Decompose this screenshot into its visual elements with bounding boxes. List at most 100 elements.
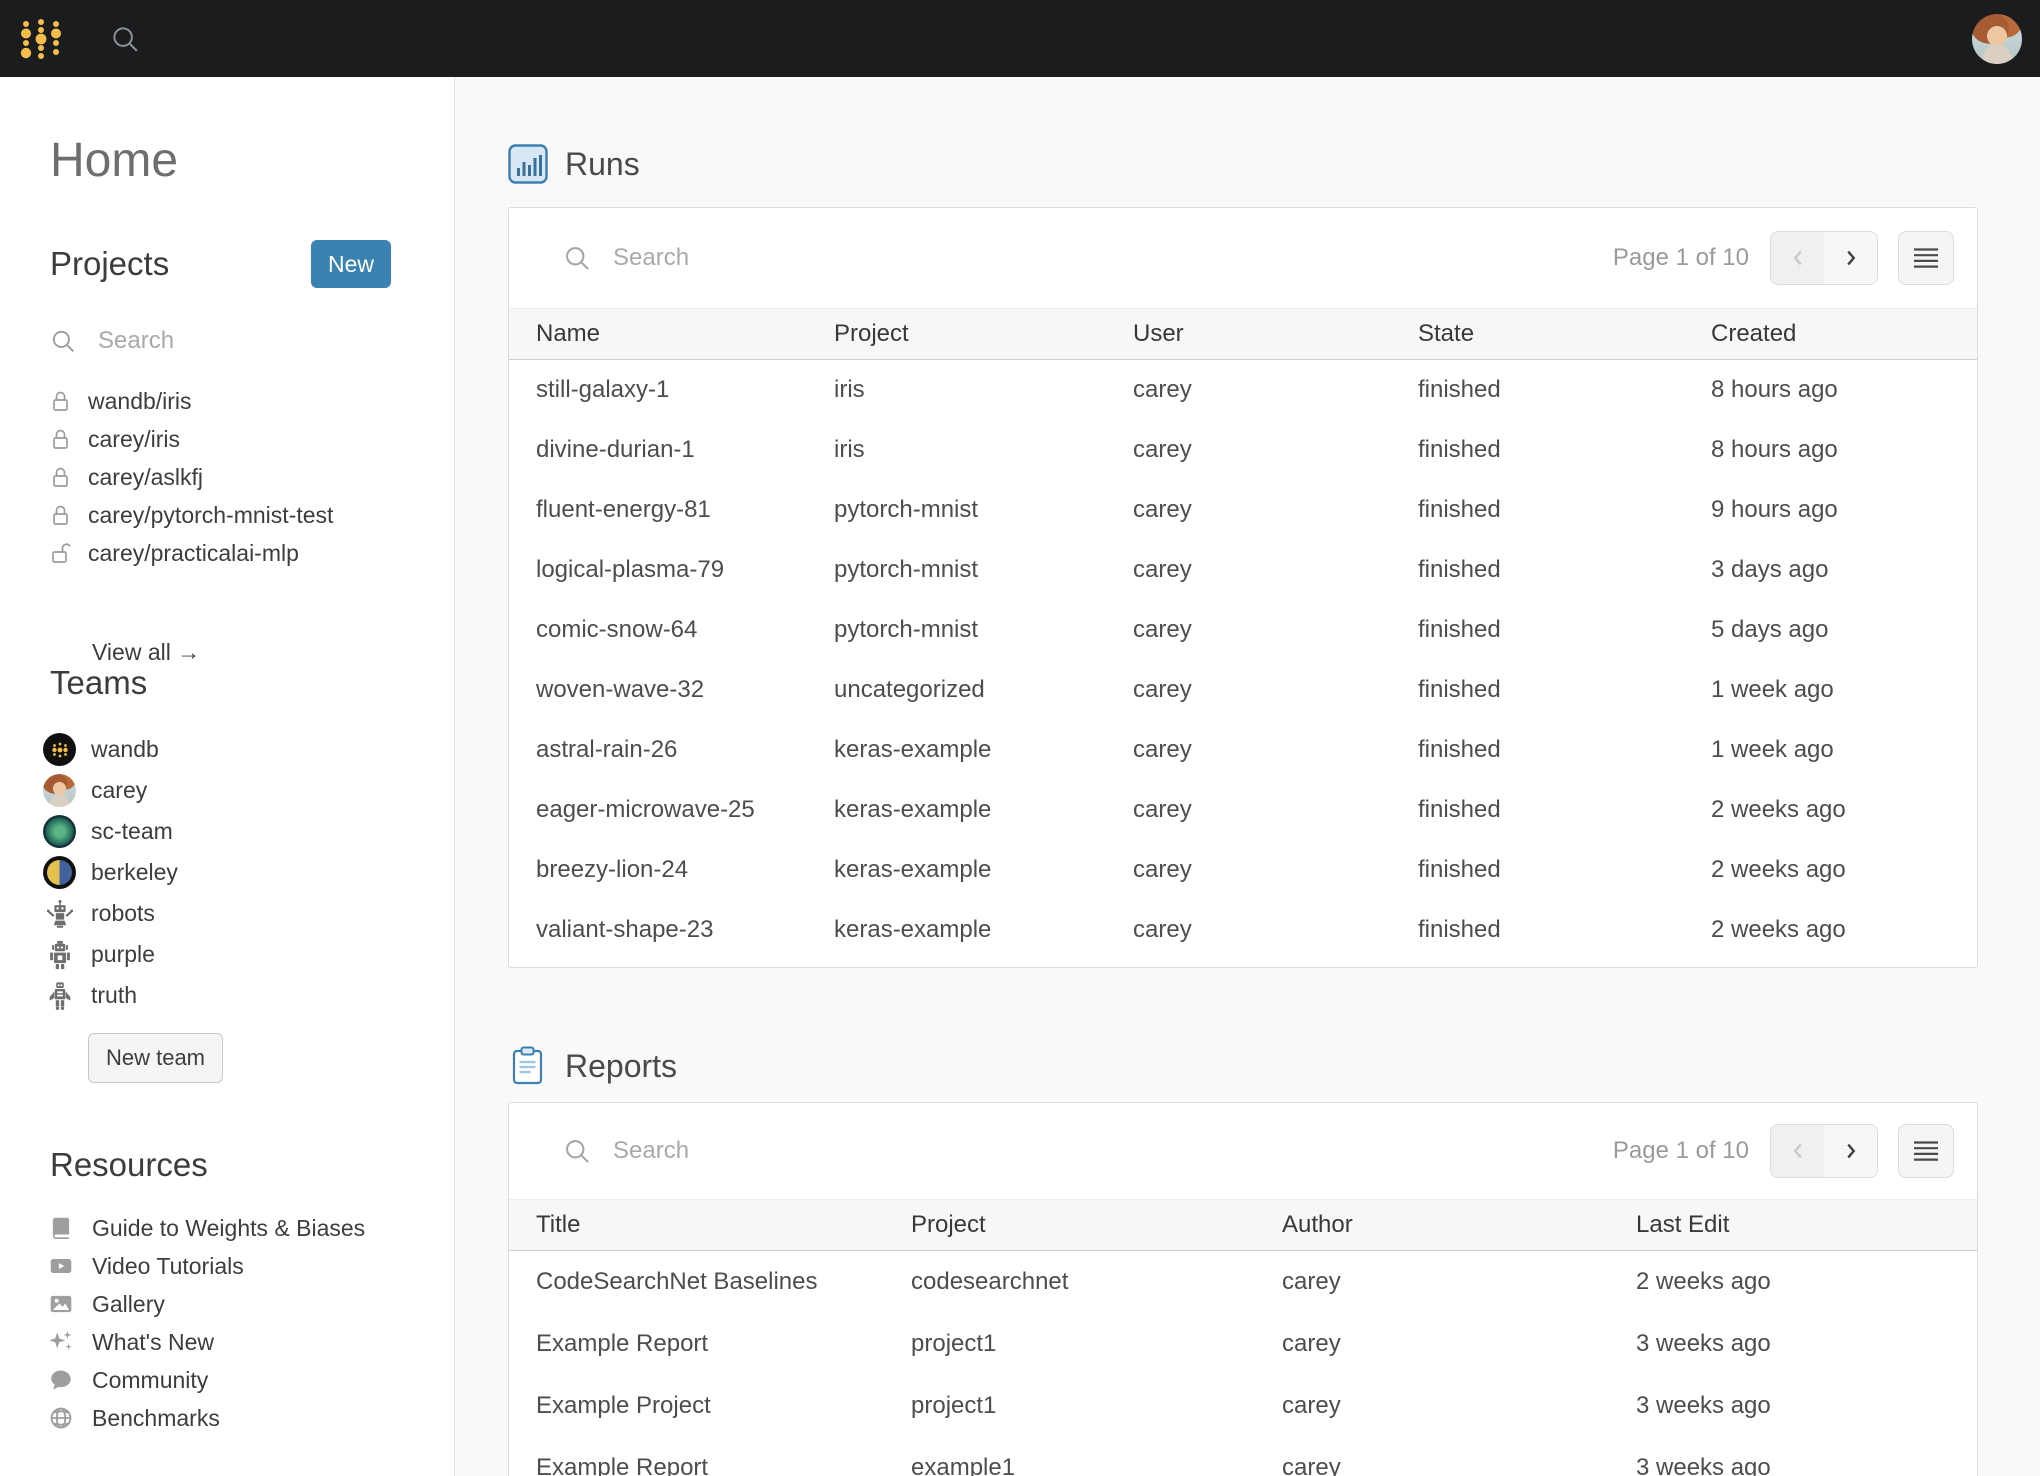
lock-open-icon [50, 541, 71, 565]
berkeley-team-avatar [43, 856, 76, 889]
table-options-button[interactable] [1898, 231, 1954, 285]
column-header: Name [536, 320, 834, 348]
table-row[interactable]: Example Project project1 carey 3 weeks a… [509, 1375, 1977, 1437]
sidebar-item-whats-new[interactable]: What's New [48, 1323, 454, 1361]
project-list: wandb/iris carey/iris carey/aslkfj carey… [50, 382, 454, 572]
sidebar-item-team[interactable]: berkeley [43, 852, 454, 893]
user-avatar[interactable] [1972, 14, 2022, 64]
sc-team-avatar [43, 815, 76, 848]
run-name-link[interactable]: comic-snow-64 [536, 616, 834, 644]
resource-label: What's New [92, 1329, 214, 1356]
view-all-projects-link[interactable]: View all → [92, 637, 200, 667]
run-name-link[interactable]: valiant-shape-23 [536, 916, 834, 944]
run-created: 2 weeks ago [1711, 796, 1977, 824]
run-name-link[interactable]: fluent-energy-81 [536, 496, 834, 524]
sidebar-item-project[interactable]: carey/iris [50, 420, 454, 458]
report-last-edit: 3 weeks ago [1636, 1454, 1977, 1476]
table-row[interactable]: divine-durian-1 iris carey finished 8 ho… [509, 420, 1977, 480]
new-project-button[interactable]: New [311, 240, 391, 288]
chevron-left-icon [1787, 1140, 1809, 1162]
table-row[interactable]: CodeSearchNet Baselines codesearchnet ca… [509, 1251, 1977, 1313]
run-name-link[interactable]: divine-durian-1 [536, 436, 834, 464]
wandb-logo-icon[interactable] [18, 17, 64, 61]
reports-pagination-label: Page 1 of 10 [1613, 1137, 1749, 1165]
sidebar-item-team[interactable]: purple [43, 934, 454, 975]
column-header: Project [911, 1211, 1282, 1239]
sidebar-item-community[interactable]: Community [48, 1361, 454, 1399]
sidebar-item-project[interactable]: carey/aslkfj [50, 458, 454, 496]
projects-heading: Projects [50, 245, 169, 283]
prev-page-button[interactable] [1771, 1125, 1824, 1177]
sidebar-item-team[interactable]: robots [43, 893, 454, 934]
resource-label: Community [92, 1367, 208, 1394]
report-title-link[interactable]: Example Report [536, 1330, 911, 1358]
table-row[interactable]: breezy-lion-24 keras-example carey finis… [509, 840, 1977, 900]
runs-title: Runs [565, 146, 640, 183]
run-name-link[interactable]: eager-microwave-25 [536, 796, 834, 824]
runs-toolbar: Page 1 of 10 [509, 208, 1977, 308]
run-user: carey [1133, 796, 1418, 824]
table-options-button[interactable] [1898, 1124, 1954, 1178]
sidebar-item-team[interactable]: truth [43, 975, 454, 1016]
runs-search-input[interactable] [613, 244, 1173, 272]
run-state: finished [1418, 376, 1711, 404]
run-name-link[interactable]: logical-plasma-79 [536, 556, 834, 584]
next-page-button[interactable] [1824, 232, 1877, 284]
sidebar-item-video-tutorials[interactable]: Video Tutorials [48, 1247, 454, 1285]
column-header: User [1133, 320, 1418, 348]
next-page-button[interactable] [1824, 1125, 1877, 1177]
table-row[interactable]: logical-plasma-79 pytorch-mnist carey fi… [509, 540, 1977, 600]
chevron-right-icon [1840, 247, 1862, 269]
run-name-link[interactable]: astral-rain-26 [536, 736, 834, 764]
sidebar-item-project[interactable]: wandb/iris [50, 382, 454, 420]
report-title-link[interactable]: CodeSearchNet Baselines [536, 1268, 911, 1296]
project-name: carey/practicalai-mlp [88, 540, 299, 567]
sidebar-item-team[interactable]: sc-team [43, 811, 454, 852]
run-name-link[interactable]: woven-wave-32 [536, 676, 834, 704]
column-header: Created [1711, 320, 1977, 348]
search-icon[interactable] [110, 24, 140, 54]
run-project: pytorch-mnist [834, 496, 1133, 524]
run-state: finished [1418, 796, 1711, 824]
reports-search-input[interactable] [613, 1137, 1173, 1165]
report-project: project1 [911, 1330, 1282, 1358]
table-row[interactable]: comic-snow-64 pytorch-mnist carey finish… [509, 600, 1977, 660]
table-row[interactable]: eager-microwave-25 keras-example carey f… [509, 780, 1977, 840]
sidebar-item-team[interactable]: wandb [43, 729, 454, 770]
table-row[interactable]: still-galaxy-1 iris carey finished 8 hou… [509, 360, 1977, 420]
prev-page-button[interactable] [1771, 232, 1824, 284]
report-author: carey [1282, 1392, 1636, 1420]
run-name-link[interactable]: still-galaxy-1 [536, 376, 834, 404]
table-row[interactable]: astral-rain-26 keras-example carey finis… [509, 720, 1977, 780]
run-created: 2 weeks ago [1711, 856, 1977, 884]
lock-icon [50, 427, 71, 451]
page-title: Home [50, 134, 178, 187]
project-name: wandb/iris [88, 388, 192, 415]
run-name-link[interactable]: breezy-lion-24 [536, 856, 834, 884]
report-title-link[interactable]: Example Project [536, 1392, 911, 1420]
sidebar-item-benchmarks[interactable]: Benchmarks [48, 1399, 454, 1437]
table-row[interactable]: woven-wave-32 uncategorized carey finish… [509, 660, 1977, 720]
table-row[interactable]: Example Report project1 carey 3 weeks ag… [509, 1313, 1977, 1375]
projects-search [50, 325, 414, 357]
table-row[interactable]: fluent-energy-81 pytorch-mnist carey fin… [509, 480, 1977, 540]
search-icon [563, 244, 591, 272]
run-state: finished [1418, 436, 1711, 464]
table-row[interactable]: valiant-shape-23 keras-example carey fin… [509, 900, 1977, 960]
projects-search-input[interactable] [98, 327, 378, 355]
sidebar-item-gallery[interactable]: Gallery [48, 1285, 454, 1323]
sparkles-icon [48, 1329, 74, 1355]
runs-panel: Page 1 of 10 Name Project User State [508, 207, 1978, 968]
run-project: keras-example [834, 916, 1133, 944]
column-header: Last Edit [1636, 1211, 1977, 1239]
sidebar-item-project[interactable]: carey/pytorch-mnist-test [50, 496, 454, 534]
sidebar-item-team[interactable]: carey [43, 770, 454, 811]
sidebar-item-project[interactable]: carey/practicalai-mlp [50, 534, 454, 572]
sidebar-item-guide[interactable]: Guide to Weights & Biases [48, 1209, 454, 1247]
new-team-button[interactable]: New team [88, 1033, 223, 1083]
project-name: carey/aslkfj [88, 464, 203, 491]
table-row[interactable]: Example Report example1 carey 3 weeks ag… [509, 1437, 1977, 1476]
run-user: carey [1133, 916, 1418, 944]
report-title-link[interactable]: Example Report [536, 1454, 911, 1476]
report-author: carey [1282, 1268, 1636, 1296]
